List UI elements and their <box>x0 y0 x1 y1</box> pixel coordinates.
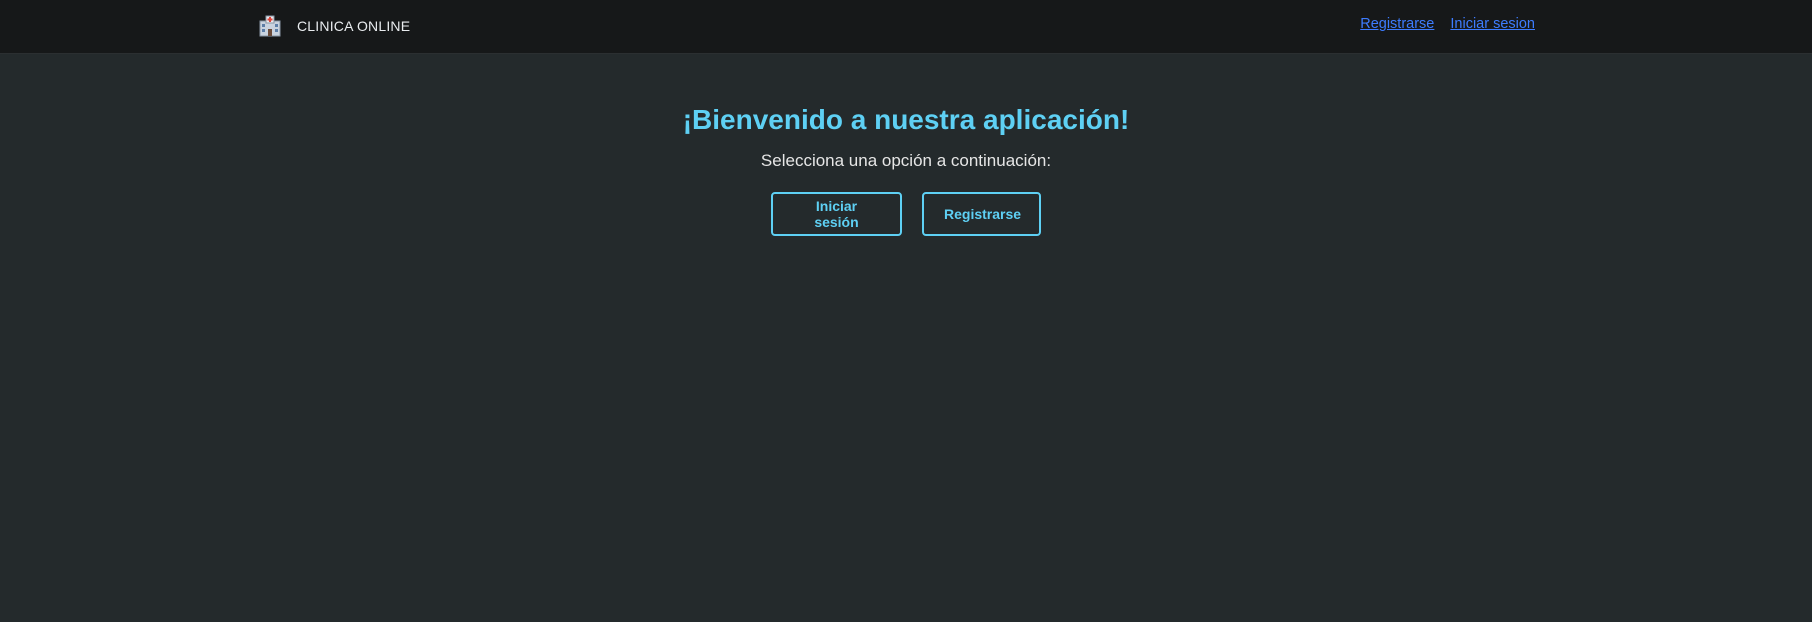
login-button[interactable]: Iniciar sesión <box>771 192 902 236</box>
nav-link-registrarse[interactable]: Registrarse <box>1360 16 1434 32</box>
hospital-icon <box>259 15 281 37</box>
welcome-section: ¡Bienvenido a nuestra aplicación! Selecc… <box>0 100 1812 236</box>
page-title: ¡Bienvenido a nuestra aplicación! <box>682 104 1130 135</box>
nav-links: Registrarse Iniciar sesion <box>1360 16 1535 32</box>
action-buttons: Iniciar sesión Registrarse <box>0 192 1812 236</box>
brand-name: CLINICA ONLINE <box>297 18 411 34</box>
nav-link-iniciar-sesion[interactable]: Iniciar sesion <box>1450 16 1535 32</box>
brand[interactable]: CLINICA ONLINE <box>258 11 410 41</box>
register-button[interactable]: Registrarse <box>922 192 1041 236</box>
top-navbar: CLINICA ONLINE Registrarse Iniciar sesio… <box>0 0 1812 54</box>
page-subtitle: Selecciona una opción a continuación: <box>760 151 1052 170</box>
